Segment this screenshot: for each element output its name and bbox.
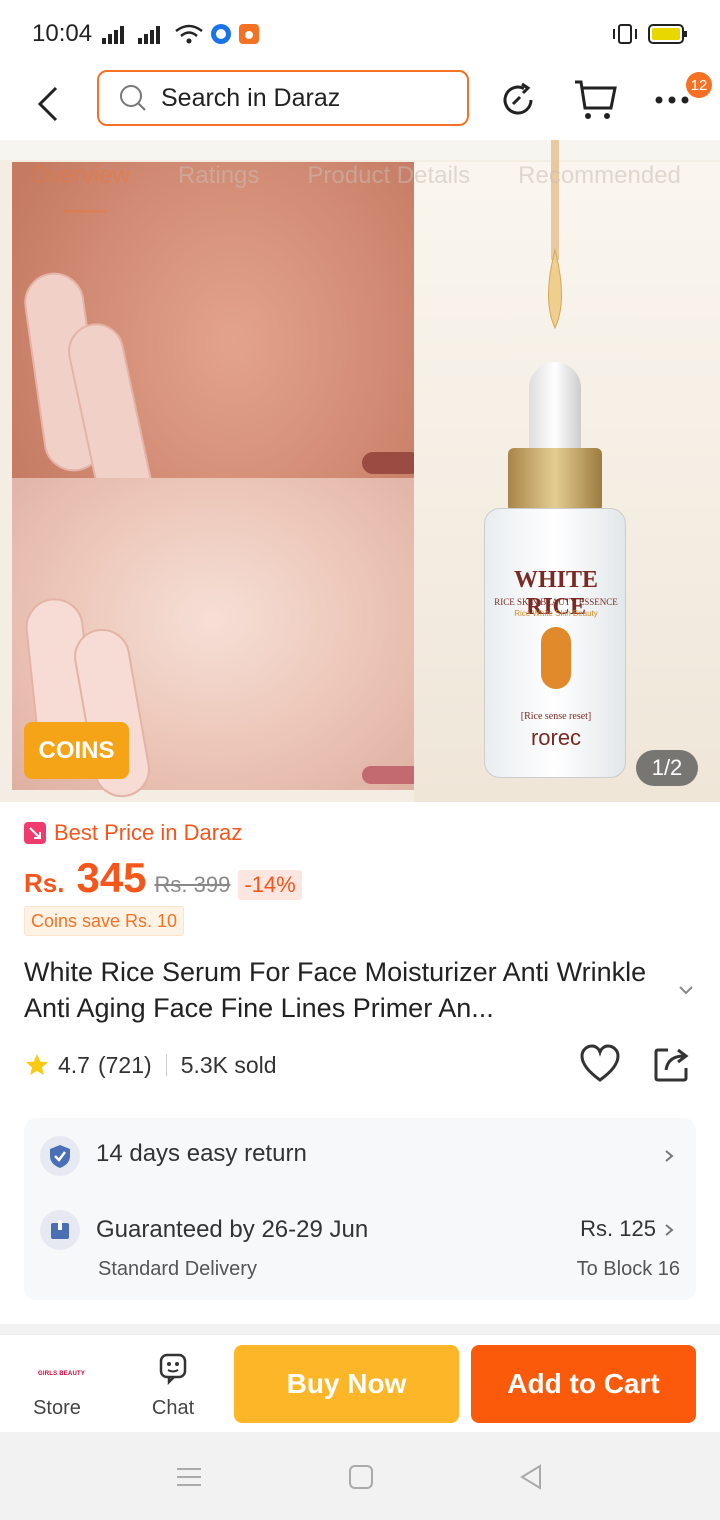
signal-icon: [138, 26, 161, 44]
vibrate-icon: [613, 24, 637, 44]
chevron-right-icon: [665, 1224, 674, 1236]
search-placeholder: Search in Daraz: [161, 83, 341, 112]
tab-active-underline: [64, 210, 106, 213]
shield-icon: [40, 1136, 80, 1176]
coins-badge: COINS: [24, 722, 129, 779]
tab-ratings[interactable]: Ratings: [178, 162, 259, 190]
brand-banner: [0, 140, 720, 160]
rice-leaf-icon: [541, 627, 571, 689]
chat-label: Chat: [151, 1397, 195, 1419]
status-icons: [102, 23, 260, 45]
back-nav-icon[interactable]: [516, 1462, 546, 1492]
discount-badge: -14%: [238, 870, 302, 900]
tab-product-details[interactable]: Product Details: [307, 162, 470, 190]
app-notification-icon: [211, 24, 232, 44]
battery-icon: [648, 24, 687, 44]
tab-recommended[interactable]: Recommended: [518, 162, 681, 190]
delivery-box-icon: [40, 1210, 80, 1250]
chat-icon: [159, 1353, 187, 1385]
divider: [165, 1054, 167, 1076]
search-icon: [120, 85, 146, 111]
section-separator: [0, 1324, 720, 1334]
price-row: Rs. 345 Rs. 399 -14%: [24, 854, 302, 902]
delivery-destination: To Block 16: [576, 1258, 680, 1280]
cart-button[interactable]: [572, 76, 620, 124]
rating-value: 4.7: [58, 1051, 90, 1078]
bottle-dropper: [529, 362, 581, 452]
chat-button[interactable]: Chat: [136, 1345, 210, 1425]
lip-shape: [362, 452, 422, 474]
store-logo: GIRLS BEAUTY: [38, 1371, 86, 1377]
lip-shape: [362, 766, 422, 784]
menu-icon[interactable]: [174, 1462, 204, 1492]
status-time: 10:04: [32, 20, 93, 47]
best-price-tag: Best Price in Daraz: [24, 820, 242, 846]
image-page-counter: 1/2: [636, 750, 698, 786]
wifi-icon: [175, 24, 203, 44]
home-icon[interactable]: [346, 1462, 376, 1492]
delivery-price: Rs. 125: [580, 1216, 656, 1241]
best-price-icon: [24, 822, 46, 844]
back-button[interactable]: [24, 80, 72, 128]
bottle-body: WHITE RICE RICE SKIN BEAUTY ESSENCE Rice…: [484, 508, 626, 778]
bottle-label-small: [Rice sense reset]: [520, 711, 592, 722]
cart-count-badge: 12: [686, 72, 712, 98]
bottle-label-brand: rorec: [530, 725, 582, 750]
product-gallery[interactable]: WHITE RICE RICE SKIN BEAUTY ESSENCE Rice…: [0, 140, 720, 802]
daraz-notification-icon: [239, 24, 260, 44]
buy-now-button[interactable]: Buy Now: [234, 1345, 459, 1423]
price-currency: Rs.: [24, 868, 65, 898]
status-right: [610, 23, 688, 45]
rating-row[interactable]: 4.7 (721) 5.3K sold: [24, 1046, 277, 1084]
bottle-label-sub2: Rice White Skin Beauty: [514, 609, 598, 618]
signal-icon: [102, 26, 125, 44]
tab-overview[interactable]: Overview: [30, 162, 130, 190]
store-button[interactable]: GIRLS BEAUTY Store: [20, 1345, 94, 1425]
return-policy-text: 14 days easy return: [96, 1140, 307, 1167]
rating-count: (721): [97, 1051, 152, 1078]
store-label: Store: [33, 1397, 81, 1419]
back-arrow-icon: [37, 86, 58, 122]
bottle-label-sub: RICE SKIN BEAUTY ESSENCE: [494, 597, 618, 607]
search-input[interactable]: Search in Daraz: [97, 70, 469, 126]
star-icon: [26, 1054, 48, 1075]
sold-count: 5.3K sold: [180, 1051, 277, 1078]
chevron-down-icon[interactable]: [676, 980, 696, 1000]
status-bar: 10:04: [0, 0, 720, 68]
service-card: 14 days easy return Guaranteed by 26-29 …: [24, 1118, 696, 1300]
more-icon: [655, 96, 689, 104]
add-to-cart-button[interactable]: Add to Cart: [471, 1345, 696, 1423]
bottle-collar: [508, 448, 602, 512]
share-icon[interactable]: [650, 1042, 694, 1086]
original-price: Rs. 399: [154, 872, 231, 897]
coins-save-tag: Coins save Rs. 10: [24, 906, 185, 936]
share-header-button[interactable]: [494, 76, 542, 124]
cart-icon: [575, 80, 617, 119]
bottom-action-bar: GIRLS BEAUTY Store Chat Buy Now Add to C…: [0, 1334, 720, 1432]
product-title[interactable]: White Rice Serum For Face Moisturizer An…: [24, 954, 660, 1026]
serum-bottle-image: WHITE RICE RICE SKIN BEAUTY ESSENCE Rice…: [480, 362, 630, 782]
system-nav-bar: [0, 1432, 720, 1520]
refresh-share-icon: [503, 82, 533, 115]
best-price-label: Best Price in Daraz: [54, 820, 243, 845]
header: Search in Daraz 12: [0, 68, 720, 140]
price-value: 345: [76, 854, 147, 901]
section-tabs: Overview Ratings Product Details Recomme…: [30, 162, 681, 190]
delivery-text: Guaranteed by 26-29 Jun: [96, 1216, 369, 1243]
delivery-sub: Standard Delivery: [98, 1258, 257, 1280]
delivery-row[interactable]: Guaranteed by 26-29 Jun Standard Deliver…: [24, 1194, 696, 1300]
chevron-right-icon: [665, 1150, 674, 1162]
wishlist-heart-icon[interactable]: [578, 1042, 622, 1086]
return-policy-row[interactable]: 14 days easy return: [24, 1118, 696, 1194]
